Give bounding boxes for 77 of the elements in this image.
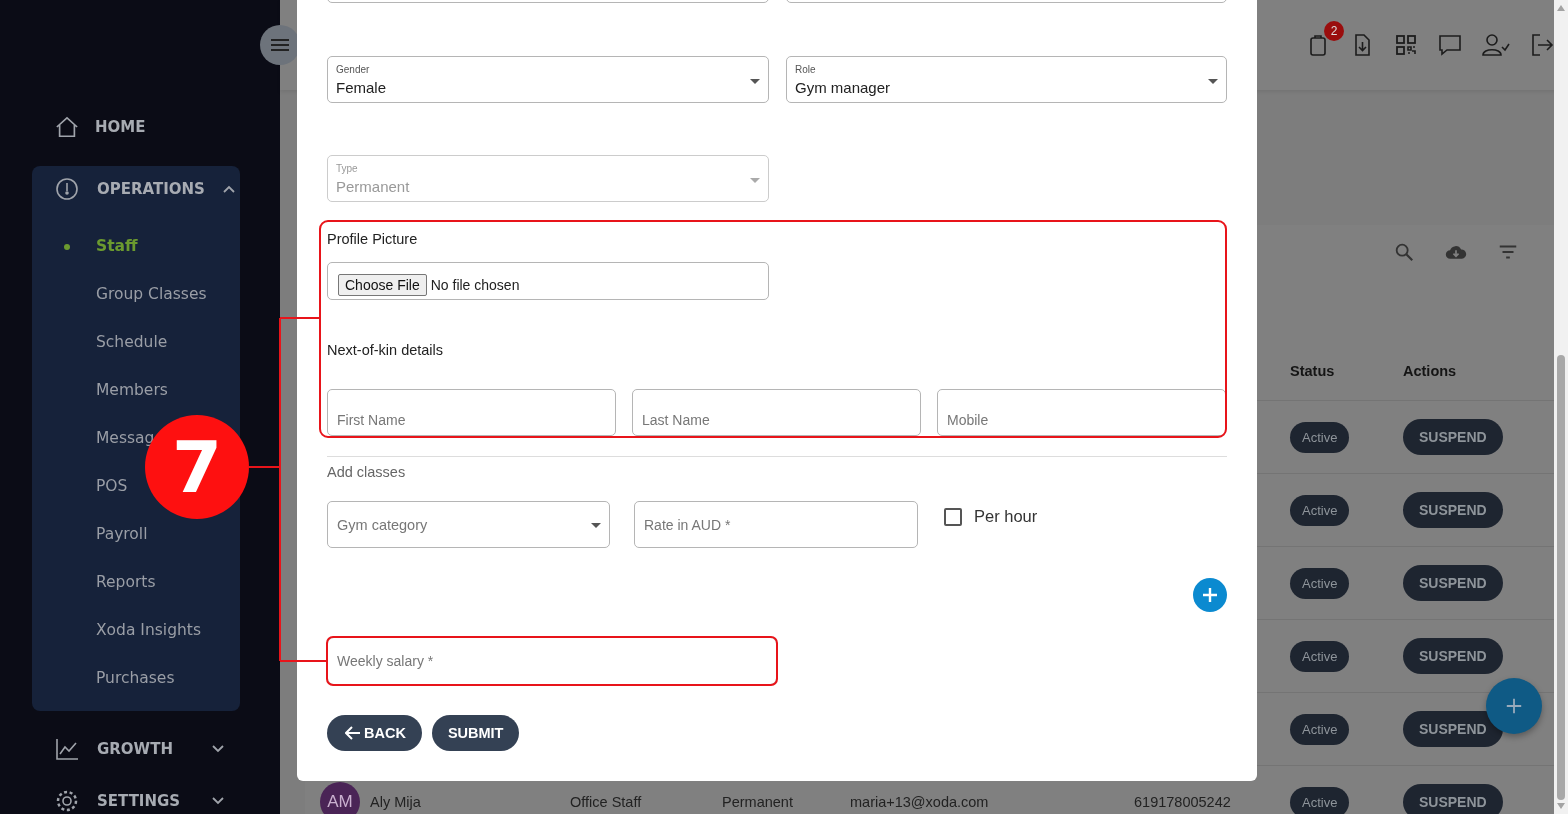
nav-item[interactable]: Group Classes — [96, 285, 207, 303]
search-icon[interactable] — [1393, 241, 1415, 263]
column-header: Status — [1290, 363, 1336, 379]
suspend-button[interactable]: SUSPEND — [1403, 711, 1503, 747]
nav-item[interactable]: Members — [96, 381, 168, 399]
scroll-up-icon[interactable] — [1557, 5, 1565, 11]
avatar: AM — [320, 782, 360, 814]
select-field[interactable]: Gym category — [327, 501, 610, 548]
logout-icon[interactable] — [1530, 33, 1554, 57]
submit-button[interactable]: SUBMIT — [431, 715, 520, 751]
nav-item[interactable]: Xoda Insights — [96, 621, 201, 639]
status-badge: Active — [1290, 786, 1350, 814]
input-field[interactable]: Last Name — [632, 389, 921, 436]
input-field[interactable]: Weekly salary * — [327, 637, 777, 685]
caret-icon — [750, 79, 760, 84]
home-link[interactable]: HOME — [0, 112, 200, 142]
settings-icon — [55, 789, 79, 813]
status-badge: Active — [1290, 567, 1350, 599]
suspend-button[interactable]: SUSPEND — [1403, 492, 1503, 528]
nav-item[interactable]: Purchases — [96, 669, 175, 687]
caret-icon — [750, 178, 760, 183]
suspend-button[interactable]: SUSPEND — [1403, 419, 1503, 455]
table-cell: Office Staff — [570, 794, 642, 810]
scrollbar-thumb[interactable] — [1557, 355, 1565, 800]
scroll-down-icon[interactable] — [1557, 803, 1565, 809]
nav-group[interactable]: GROWTH — [32, 723, 240, 775]
nav-item[interactable]: Schedule — [96, 333, 168, 351]
status-badge: Active — [1290, 494, 1350, 526]
plus-icon — [1505, 697, 1523, 715]
select-field[interactable]: Role Gym manager — [786, 56, 1227, 103]
plus-icon — [1200, 585, 1220, 605]
home-icon — [55, 115, 79, 139]
select-field[interactable]: Gender Female — [327, 56, 769, 103]
input-field[interactable]: First Name — [327, 389, 616, 436]
suspend-button[interactable]: SUSPEND — [1403, 638, 1503, 674]
add-class-button[interactable] — [1193, 578, 1227, 612]
section-label: Add classes — [327, 464, 407, 482]
suspend-button[interactable]: SUSPEND — [1403, 565, 1503, 601]
status-badge: Active — [1290, 640, 1350, 672]
checkbox-label: Per hour — [974, 507, 1038, 526]
checkbox[interactable] — [944, 507, 962, 526]
choose-file-button[interactable]: Choose File — [338, 274, 427, 296]
input-field[interactable]: Rate in AUD * — [634, 501, 918, 548]
nav-group[interactable]: SETTINGS — [32, 775, 240, 814]
notification-badge: 2 — [1324, 21, 1344, 41]
suspend-button[interactable]: SUSPEND — [1403, 784, 1503, 814]
table-cell: 619178005242 — [1134, 794, 1231, 810]
table-cell: Permanent — [722, 794, 793, 810]
chat-icon[interactable] — [1438, 33, 1462, 57]
section-label: Next-of-kin details — [327, 342, 445, 360]
input-field[interactable]: Mobile — [937, 389, 1226, 436]
gauge-icon — [55, 177, 79, 201]
table-cell: maria+13@xoda.com — [850, 794, 989, 810]
status-badge: Active — [1290, 713, 1350, 745]
chevron-icon — [222, 185, 235, 193]
chart-icon — [55, 737, 79, 761]
qr-code-icon[interactable] — [1394, 33, 1418, 57]
menu-icon — [270, 38, 290, 52]
chevron-icon — [212, 745, 224, 753]
scrollbar[interactable] — [1554, 0, 1568, 814]
back-button[interactable]: BACK — [327, 715, 422, 751]
nav-item[interactable]: Reports — [96, 573, 156, 591]
user-check-icon[interactable] — [1482, 33, 1510, 57]
nav-group[interactable]: OPERATIONS — [32, 166, 240, 212]
nav-item[interactable]: POS — [96, 477, 128, 495]
chevron-icon — [212, 797, 224, 805]
column-header: Actions — [1403, 363, 1458, 379]
file-status: No file chosen — [430, 277, 520, 293]
caret-icon — [1208, 79, 1218, 84]
section-label: Profile Picture — [327, 231, 419, 249]
status-badge: Active — [1290, 421, 1350, 453]
file-input[interactable]: Choose File No file chosen — [327, 262, 769, 300]
caret-icon — [591, 523, 601, 528]
arrow-left-icon — [345, 726, 361, 740]
table-cell: Aly Mija — [370, 794, 421, 810]
nav-item[interactable]: Payroll — [96, 525, 148, 543]
nav-item[interactable]: Staff — [96, 237, 138, 255]
